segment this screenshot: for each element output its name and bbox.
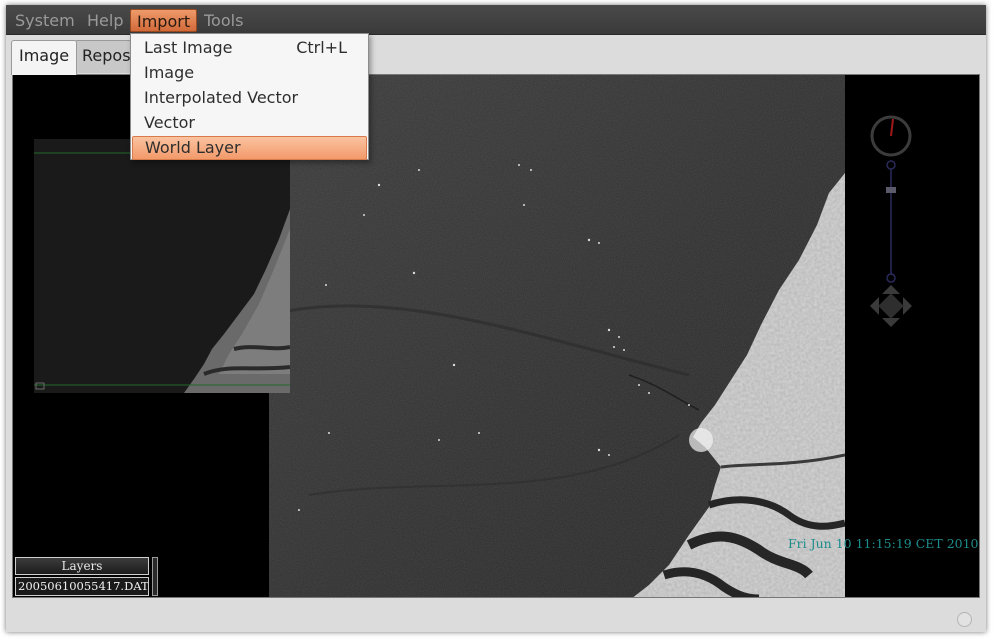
pan-arrows-icon[interactable] [870,285,912,327]
menu-item-vector[interactable]: Vector [132,111,367,135]
menu-item-label: Image [144,63,195,82]
shortcut-label: Ctrl+L [296,38,347,57]
menu-item-label: Last Image [144,38,233,57]
layers-panel: Layers 20050610055417.DAT [15,557,158,597]
navigation-controls [870,115,912,327]
layers-title: Layers [15,557,149,575]
overview-minimap[interactable] [34,139,290,393]
status-bar [6,600,986,632]
layers-scrollbar[interactable] [152,557,158,596]
menu-item-world-layer[interactable]: World Layer [132,136,367,160]
zoom-slider[interactable] [886,160,896,283]
compass-icon[interactable] [870,115,912,157]
timestamp-label: Fri Jun 10 11:15:19 CET 2010 [788,536,979,551]
menu-item-image[interactable]: Image [132,61,367,85]
status-indicator-icon [957,612,972,627]
menu-system[interactable]: System [9,9,81,32]
app-window: System Help Import Tools Image Reposi Fr… [6,5,986,632]
menu-help[interactable]: Help [81,9,129,32]
menu-tools[interactable]: Tools [198,9,249,32]
menu-item-label: Vector [144,113,195,132]
menu-item-label: Interpolated Vector [144,88,299,107]
menu-import[interactable]: Import [130,9,198,32]
menu-bar: System Help Import Tools [6,5,986,35]
menu-item-last-image[interactable]: Last Image Ctrl+L [132,36,367,60]
import-dropdown-menu: Last Image Ctrl+L Image Interpolated Vec… [130,33,369,160]
layer-item[interactable]: 20050610055417.DAT [15,577,149,596]
tab-image[interactable]: Image [11,40,78,75]
menu-item-interpolated-vector[interactable]: Interpolated Vector [132,86,367,110]
menu-item-label: World Layer [145,138,241,157]
